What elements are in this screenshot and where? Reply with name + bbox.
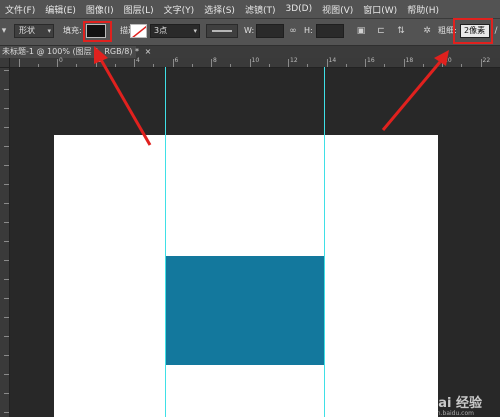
watermark-logo: Bai 经验 [428, 396, 482, 411]
ruler-origin[interactable] [0, 58, 10, 68]
watermark-url: jingyan.baidu.com [418, 410, 474, 417]
arrow-to-fill [94, 46, 152, 146]
arrow-to-weight [381, 50, 449, 131]
annotation-arrows [94, 46, 449, 146]
